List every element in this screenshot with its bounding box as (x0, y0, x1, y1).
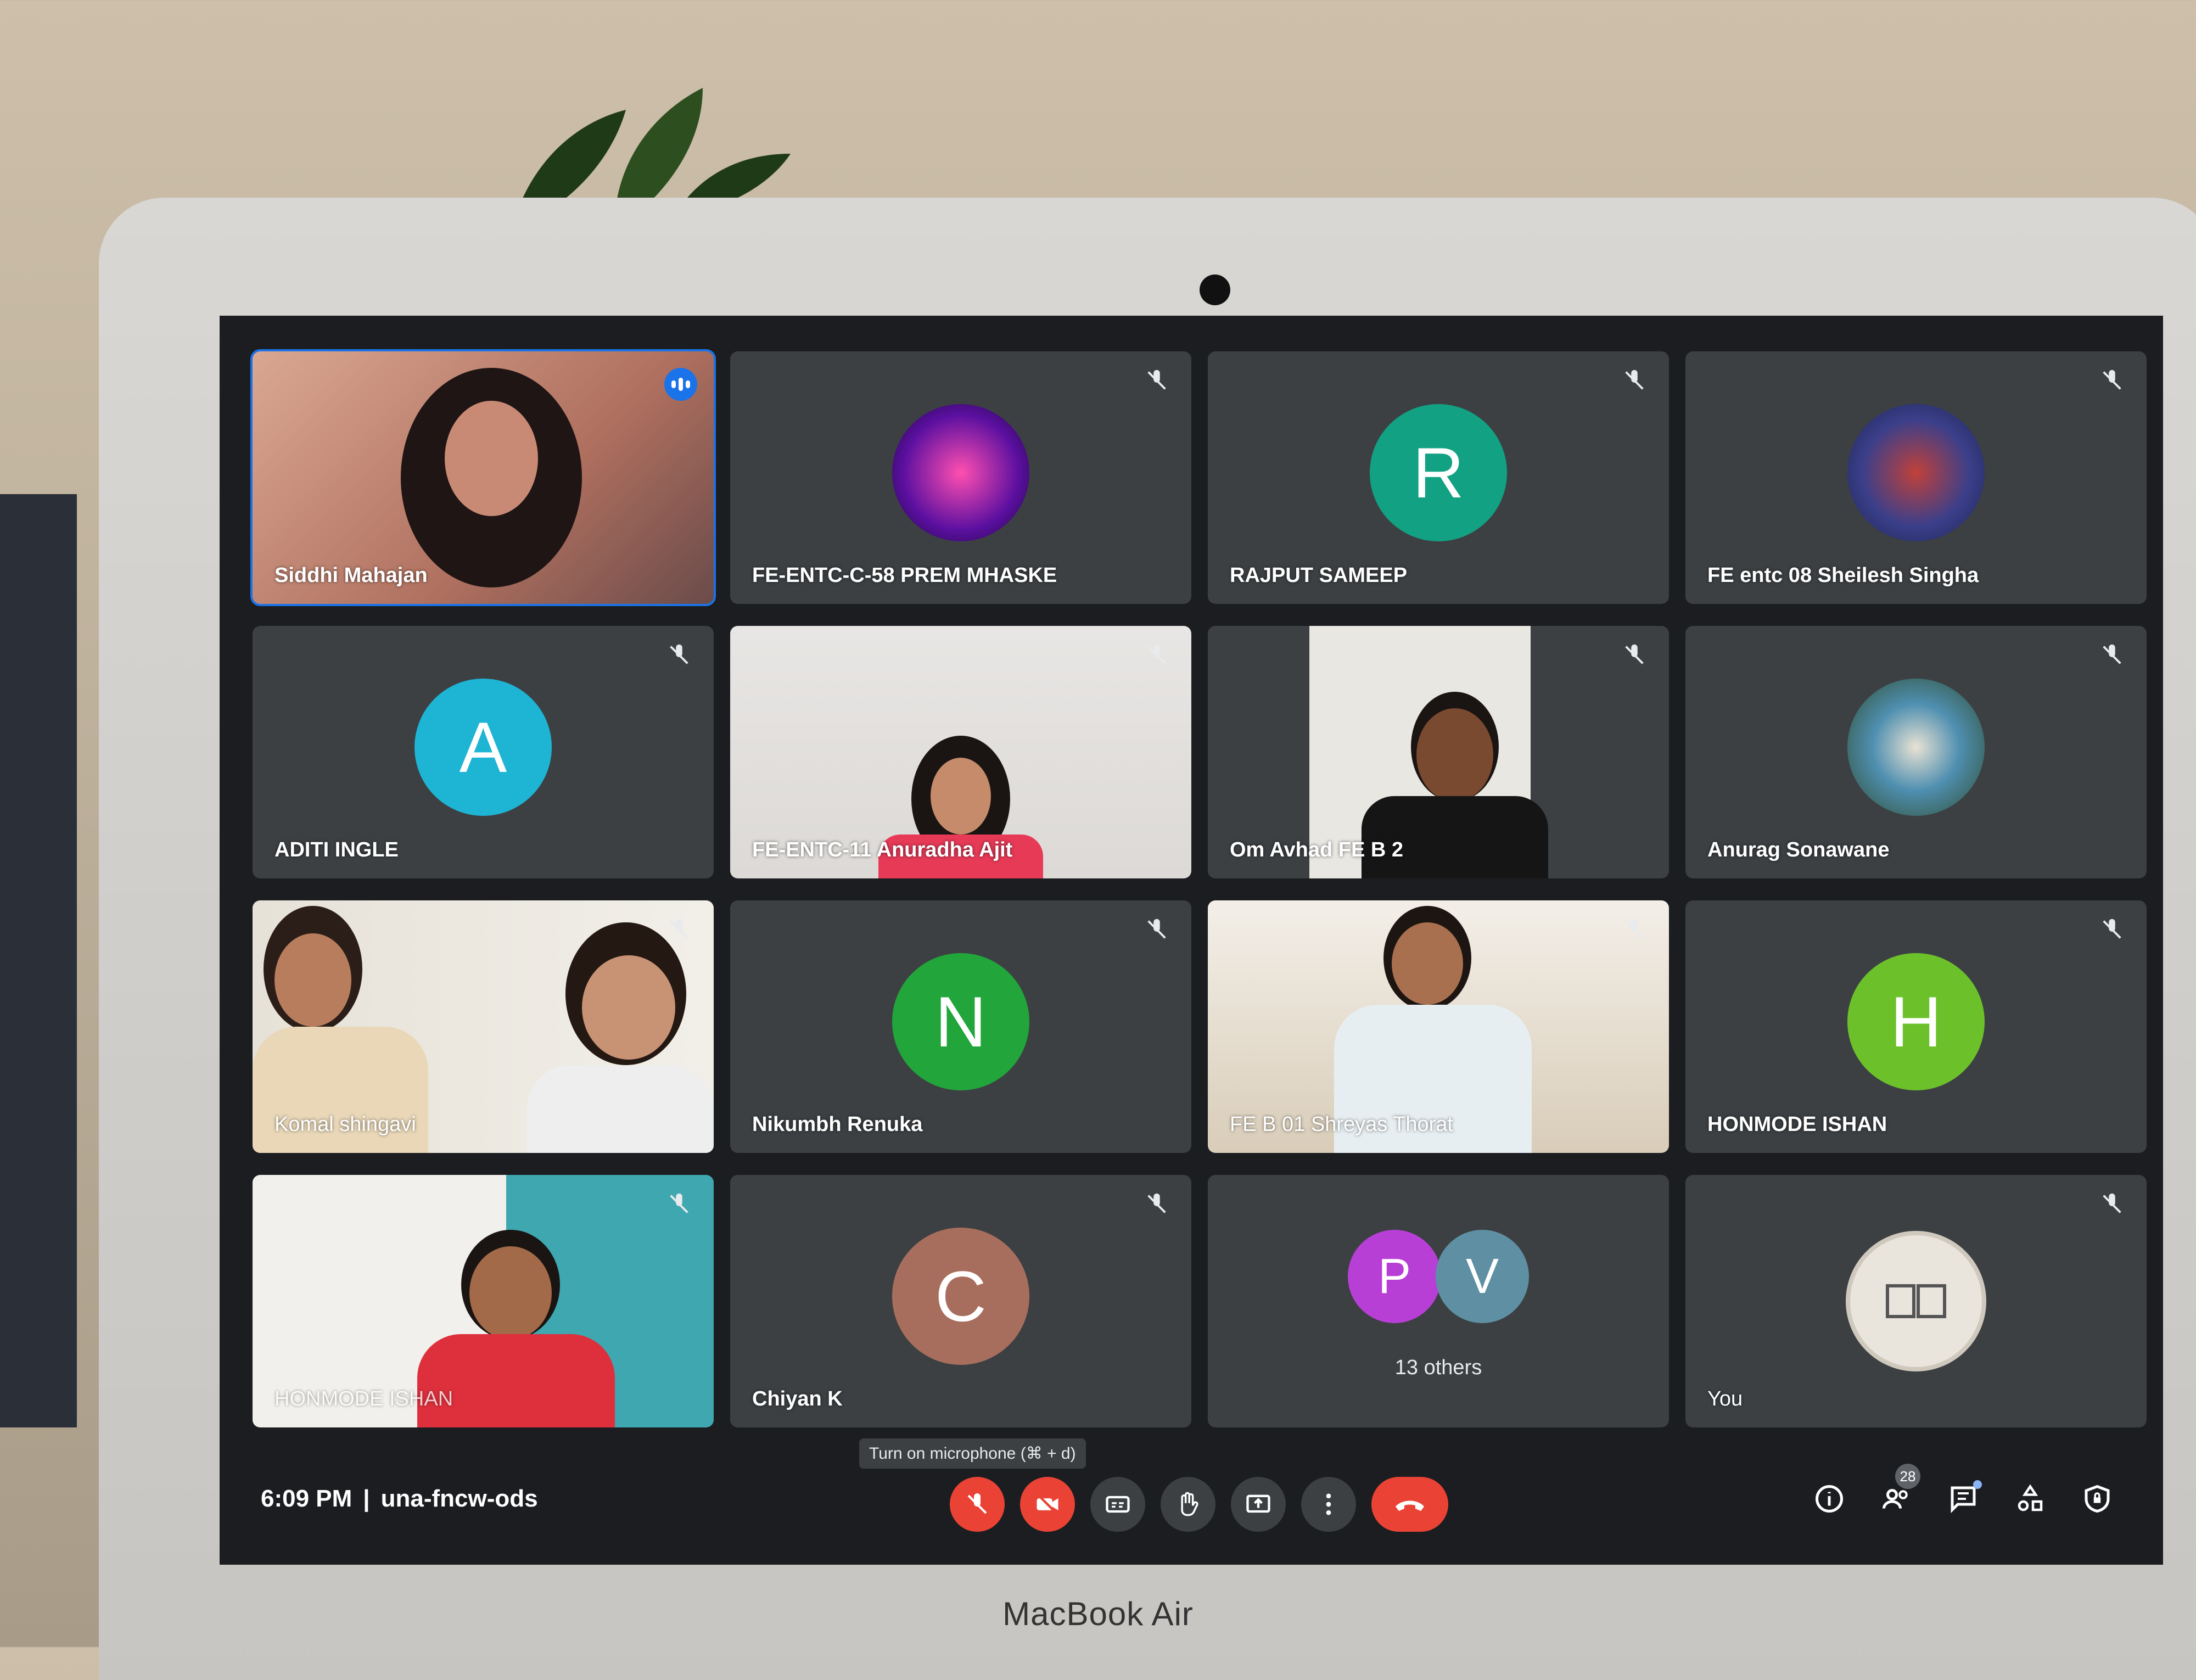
more-options-button[interactable] (1301, 1477, 1356, 1532)
participant-tile[interactable]: C Chiyan K (730, 1175, 1191, 1427)
participant-tile[interactable]: FE B 01 Shreyas Thorat (1208, 900, 1669, 1153)
chat-button[interactable] (1947, 1480, 1982, 1515)
participant-tile[interactable]: N Nikumbh Renuka (730, 900, 1191, 1153)
laptop-brand-label: MacBook Air (1002, 1595, 1194, 1632)
participant-name: ADITI INGLE (274, 838, 399, 861)
participant-count-badge: 28 (1895, 1464, 1920, 1489)
mic-off-icon (2103, 1193, 2121, 1213)
mic-off-icon (2103, 919, 2121, 939)
participant-name: Chiyan K (752, 1387, 843, 1410)
hand-icon (1181, 1492, 1198, 1516)
mic-off-icon (1625, 644, 1644, 664)
meeting-code: una-fncw-ods (380, 1485, 538, 1512)
unread-dot (1973, 1480, 1982, 1489)
profile-picture (892, 404, 1029, 541)
participant-name: FE entc 08 Sheilesh Singha (1707, 564, 1979, 587)
captions-button[interactable] (1090, 1477, 1145, 1532)
present-screen-icon (1246, 1494, 1270, 1513)
meeting-time: 6:09 PM (261, 1485, 352, 1512)
avatar: H (1847, 953, 1985, 1090)
participant-tile[interactable]: Komal shingavi (253, 900, 714, 1153)
mic-off-icon (2103, 644, 2121, 664)
camera-off-icon (1035, 1492, 1060, 1516)
plant-leaves (516, 88, 791, 214)
participant-name: FE-ENTC-11 Anuradha Ajit (752, 838, 1013, 861)
participant-name: HONMODE ISHAN (274, 1387, 453, 1410)
mic-off-icon (1147, 369, 1166, 390)
participant-tile[interactable]: A ADITI INGLE (253, 626, 714, 878)
mic-off-icon (1625, 369, 1644, 390)
microphone-button[interactable] (950, 1477, 1005, 1532)
profile-picture (1847, 404, 1985, 541)
participant-tile[interactable]: FE entc 08 Sheilesh Singha (1685, 351, 2147, 604)
participant-name: Om Avhad FE B 2 (1230, 838, 1404, 861)
captions-icon (1106, 1496, 1130, 1513)
participant-tile[interactable]: Siddhi Mahajan (250, 349, 716, 606)
more-vert-icon (1326, 1493, 1331, 1515)
avatar: A (414, 678, 552, 816)
others-tile[interactable]: P V 13 others (1208, 1175, 1669, 1427)
self-tile[interactable]: You (1685, 1175, 2147, 1427)
microphone-tooltip: Turn on microphone (⌘ + d) (859, 1438, 1086, 1469)
participant-name: RAJPUT SAMEEP (1230, 564, 1408, 587)
mic-off-icon (670, 644, 688, 664)
meeting-details: 6:09 PM | una-fncw-ods (261, 1485, 538, 1513)
avatar: C (892, 1227, 1029, 1365)
people-button[interactable]: 28 (1880, 1464, 1920, 1515)
mic-off-icon (1147, 919, 1166, 939)
participant-name: FE B 01 Shreyas Thorat (1230, 1113, 1453, 1136)
participant-name: Anurag Sonawane (1707, 838, 1890, 861)
host-controls-button[interactable] (2081, 1482, 2114, 1515)
book-logo-icon (1846, 1231, 1986, 1371)
participant-name: Nikumbh Renuka (752, 1113, 923, 1136)
meeting-control-bar: 6:09 PM | una-fncw-ods Turn on microphone … (220, 1436, 2163, 1545)
participant-tile[interactable]: R RAJPUT SAMEEP (1208, 351, 1669, 604)
separator: | (363, 1485, 370, 1512)
webcam (1200, 275, 1230, 305)
participant-name: Komal shingavi (274, 1113, 416, 1136)
participant-tile[interactable]: Om Avhad FE B 2 (1208, 626, 1669, 878)
mic-off-icon (1147, 644, 1166, 664)
hang-up-icon (1396, 1500, 1424, 1511)
mic-off-icon (670, 1193, 688, 1213)
meeting-details-button[interactable] (1813, 1482, 1846, 1515)
mic-off-icon (1625, 919, 1644, 939)
participant-name: Siddhi Mahajan (274, 564, 428, 587)
speaking-indicator-icon (664, 368, 697, 401)
camera-button[interactable] (1020, 1477, 1075, 1532)
participant-tile[interactable]: H HONMODE ISHAN (1685, 900, 2147, 1153)
shield-lock-icon (2085, 1485, 2110, 1513)
mic-off-icon (670, 919, 688, 939)
call-controls (950, 1477, 1448, 1532)
avatar: V (1436, 1230, 1529, 1323)
participant-name: HONMODE ISHAN (1707, 1113, 1887, 1136)
present-button[interactable] (1231, 1477, 1286, 1532)
activities-icon (2018, 1484, 2043, 1511)
meet-screen: Siddhi Mahajan FE-ENTC-C-58 PREM MHASKE … (220, 316, 2163, 1565)
leave-call-button[interactable] (1371, 1477, 1448, 1532)
mic-off-icon (1147, 1193, 1166, 1213)
background-shelf (0, 494, 77, 1427)
mic-off-icon (967, 1493, 987, 1514)
others-count: 13 others (1394, 1356, 1482, 1379)
participant-tile[interactable]: Anurag Sonawane (1685, 626, 2147, 878)
participant-tile[interactable]: FE-ENTC-C-58 PREM MHASKE (730, 351, 1191, 604)
side-panel-controls: 28 (1813, 1464, 2114, 1515)
participant-tile[interactable]: HONMODE ISHAN (253, 1175, 714, 1427)
raise-hand-button[interactable] (1161, 1477, 1215, 1532)
avatar: R (1370, 404, 1507, 541)
participant-tile[interactable]: FE-ENTC-11 Anuradha Ajit (730, 626, 1191, 878)
participant-name: You (1707, 1387, 1743, 1410)
avatar: N (892, 953, 1029, 1090)
info-icon (1816, 1485, 1843, 1513)
mic-off-icon (2103, 369, 2121, 390)
profile-picture (1847, 678, 1985, 816)
activities-button[interactable] (2014, 1482, 2047, 1515)
participant-name: FE-ENTC-C-58 PREM MHASKE (752, 564, 1057, 587)
participant-grid: Siddhi Mahajan FE-ENTC-C-58 PREM MHASKE … (250, 349, 2147, 1427)
avatar: P (1348, 1230, 1441, 1323)
